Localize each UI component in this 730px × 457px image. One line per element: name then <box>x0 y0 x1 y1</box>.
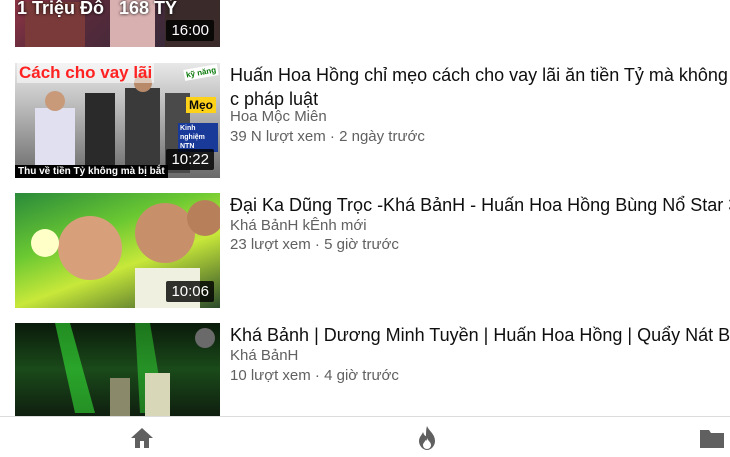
video-thumbnail[interactable]: 1 Triệu Đô 168 TỶ 16:00 <box>15 0 220 47</box>
video-stats: 23 lượt xem · 5 giờ trước <box>230 235 399 255</box>
video-stats: 10 lượt xem · 4 giờ trước <box>230 366 399 386</box>
video-title[interactable]: Đại Ka Dũng Trọc -Khá BảnH - Huấn Hoa Hồ… <box>230 193 730 217</box>
video-stats: 39 N lượt xem · 2 ngày trước <box>230 127 425 147</box>
video-title[interactable]: Khá Bảnh | Dương Minh Tuyền | Huấn Hoa H… <box>230 323 730 347</box>
nav-trending-button[interactable] <box>413 425 441 451</box>
flame-icon <box>419 426 435 450</box>
thumbnail-caption: 168 TỶ <box>119 0 178 18</box>
thumbnail-caption: Thu về tiền Tỷ không mà bị bắt <box>15 165 168 178</box>
video-thumbnail[interactable]: Cách cho vay lãi kỹ năng Mẹo Kinh nghiệm… <box>15 63 220 178</box>
nav-library-button[interactable] <box>698 425 726 451</box>
video-duration: 10:22 <box>166 149 214 170</box>
separator: · <box>329 128 335 145</box>
separator: · <box>314 236 320 253</box>
video-duration: 10:06 <box>166 281 214 302</box>
video-channel[interactable]: Khá BảnH <box>230 346 298 366</box>
video-thumbnail[interactable]: 10:06 <box>15 193 220 308</box>
bottom-navigation <box>0 416 730 457</box>
thumbnail-tag: Kinh nghiệm NTN <box>178 123 218 152</box>
video-feed: 1 Triệu Đô 168 TỶ 16:00 Cách cho vay lãi… <box>0 0 730 416</box>
upload-age: 4 giờ trước <box>324 367 399 384</box>
upload-age: 5 giờ trước <box>324 236 399 253</box>
video-channel[interactable]: Hoa Mộc Miên <box>230 107 327 127</box>
thumbnail-tag: Mẹo <box>186 97 216 113</box>
view-count: 10 lượt xem <box>230 367 311 384</box>
nav-home-button[interactable] <box>128 425 156 451</box>
home-icon <box>131 428 153 448</box>
thumbnail-caption: 1 Triệu Đô <box>17 0 105 18</box>
video-thumbnail[interactable] <box>15 323 220 416</box>
upload-age: 2 ngày trước <box>339 128 425 145</box>
view-count: 23 lượt xem <box>230 236 311 253</box>
separator: · <box>314 367 320 384</box>
video-title[interactable]: Huấn Hoa Hồng chỉ mẹo cách cho vay lãi ă… <box>230 63 730 111</box>
folder-icon <box>700 430 724 448</box>
thumbnail-caption: Cách cho vay lãi <box>17 63 155 83</box>
video-channel[interactable]: Khá BảnH kÊnh mới <box>230 216 367 236</box>
video-duration: 16:00 <box>166 20 214 41</box>
view-count: 39 N lượt xem <box>230 128 326 145</box>
